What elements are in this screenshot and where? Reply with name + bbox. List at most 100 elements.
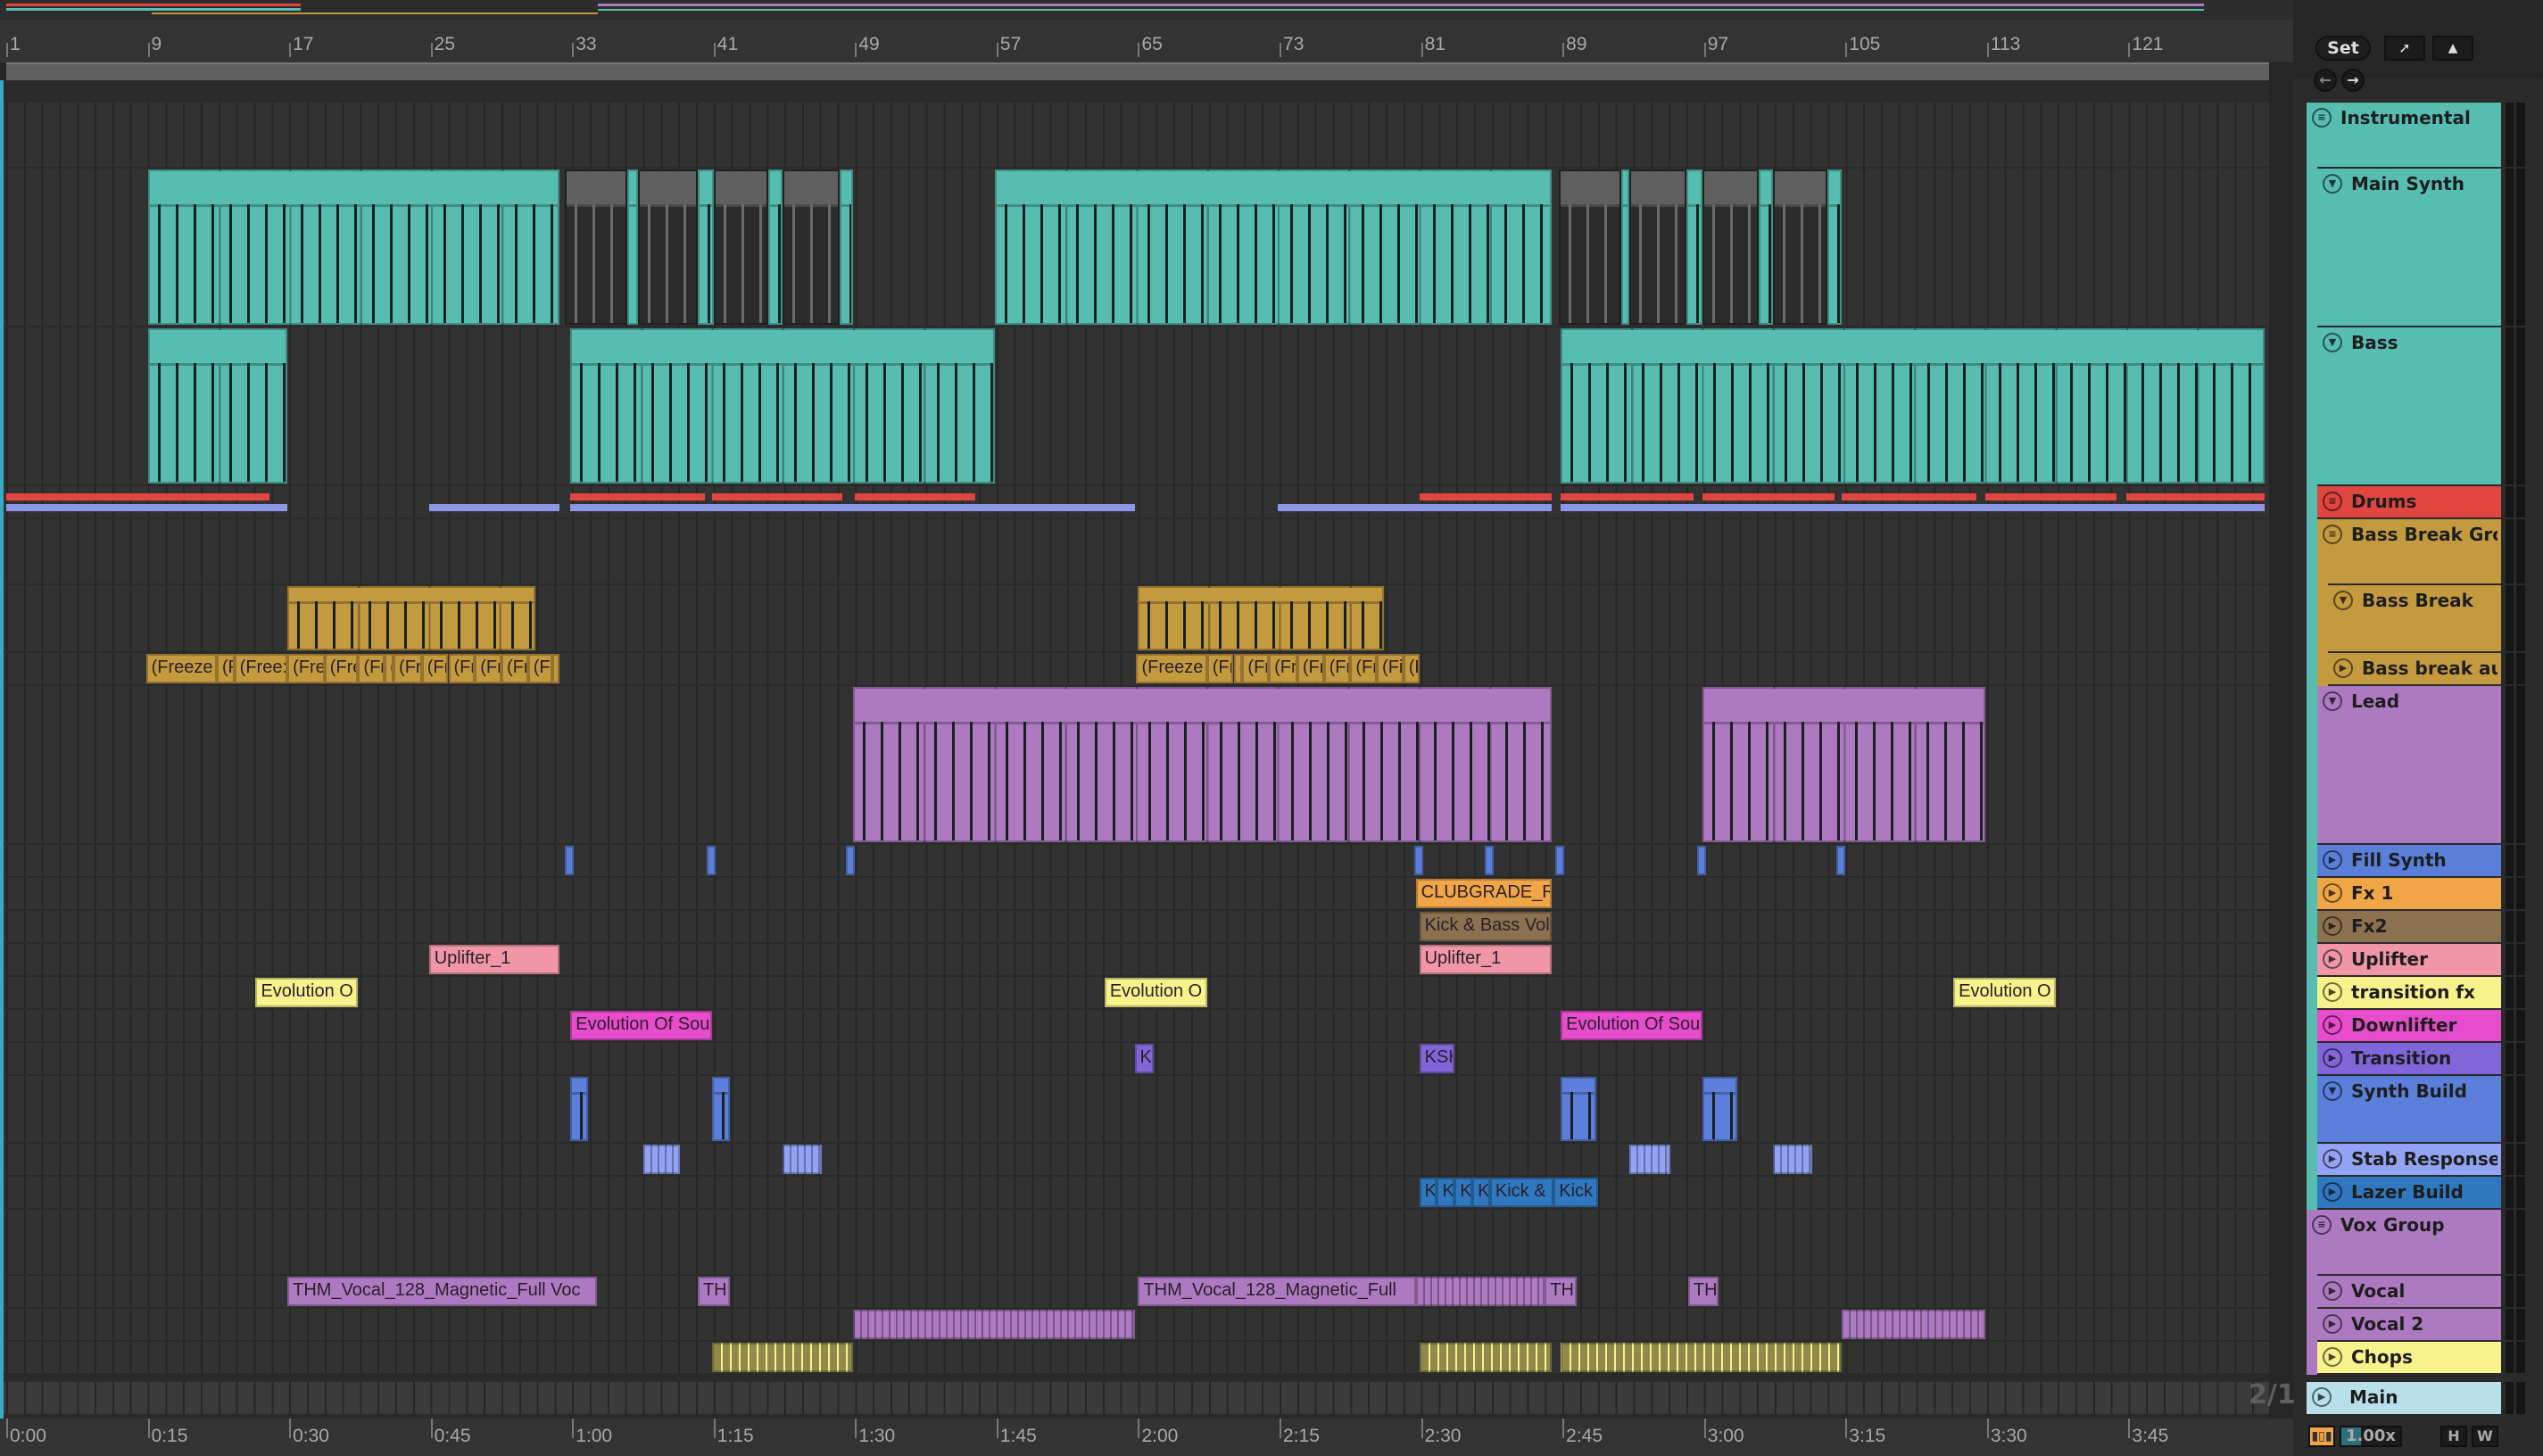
clip[interactable]: (Fr bbox=[421, 654, 449, 683]
group-icon[interactable]: ≡ bbox=[2323, 525, 2342, 544]
main-track-lane[interactable] bbox=[0, 1382, 2269, 1414]
group-icon[interactable]: ≡ bbox=[2323, 492, 2342, 511]
forward-button[interactable]: → bbox=[2341, 69, 2365, 92]
clip[interactable]: (Fr bbox=[1206, 654, 1234, 683]
clip[interactable]: ( bbox=[385, 654, 394, 683]
clip[interactable] bbox=[642, 1145, 681, 1174]
group-icon[interactable]: ≡ bbox=[2312, 1215, 2332, 1235]
track-header-chops[interactable]: ▶ Chops bbox=[2317, 1342, 2501, 1373]
clip[interactable]: Evolution O bbox=[1953, 978, 2057, 1007]
track-header-stab-response[interactable]: ▶ Stab Response bbox=[2317, 1144, 2501, 1175]
track-header-fill-synth[interactable]: ▶ Fill Synth bbox=[2317, 845, 2501, 876]
play-icon[interactable]: ▶ bbox=[2323, 916, 2342, 936]
track-lane[interactable] bbox=[0, 519, 2269, 583]
play-icon[interactable]: ▶ bbox=[2323, 1015, 2342, 1035]
clip[interactable]: (F bbox=[216, 654, 235, 683]
clip[interactable] bbox=[1419, 1343, 1553, 1372]
clip[interactable]: (Fr bbox=[1350, 654, 1378, 683]
clip[interactable]: Evolution Of Sou bbox=[570, 1011, 712, 1040]
h-button[interactable]: H bbox=[2440, 1426, 2467, 1447]
clip[interactable]: Kick & Bass Vol bbox=[1419, 912, 1553, 941]
clip[interactable]: Evolution O bbox=[255, 978, 359, 1007]
track-header-main-synth[interactable]: ▼ Main Synth bbox=[2317, 169, 2501, 326]
clip[interactable] bbox=[1561, 328, 2265, 484]
clip[interactable]: (Fr bbox=[1323, 654, 1351, 683]
clip[interactable]: (Fr bbox=[448, 654, 476, 683]
play-icon[interactable]: ▶ bbox=[2312, 1387, 2332, 1407]
clip[interactable] bbox=[1561, 1077, 1596, 1141]
clip[interactable] bbox=[565, 846, 575, 875]
clip[interactable] bbox=[1773, 170, 1828, 325]
clip[interactable] bbox=[1629, 170, 1686, 325]
track-lane[interactable] bbox=[0, 1342, 2269, 1373]
track-lane[interactable] bbox=[0, 486, 2269, 517]
clip[interactable] bbox=[570, 328, 995, 484]
clip[interactable] bbox=[637, 170, 698, 325]
clip[interactable] bbox=[565, 170, 627, 325]
zoom-field[interactable]: 1.00x bbox=[2340, 1426, 2402, 1447]
track-header-lead[interactable]: ▼ Lead bbox=[2317, 686, 2501, 843]
clip[interactable]: TH bbox=[1687, 1277, 1719, 1306]
track-lane[interactable]: THM_Vocal_128_Magnetic_Full Voc TH THM_Voc… bbox=[0, 1276, 2269, 1307]
clip[interactable]: THM_Vocal_128_Magnetic_Full bbox=[1138, 1277, 1416, 1306]
clip[interactable] bbox=[147, 328, 288, 484]
track-lane[interactable] bbox=[0, 585, 2269, 651]
clip[interactable] bbox=[846, 846, 856, 875]
clip[interactable]: (Fr bbox=[475, 654, 501, 683]
clip[interactable]: Evolution O bbox=[1104, 978, 1207, 1007]
track-header-fx-1[interactable]: ▶ Fx 1 bbox=[2317, 878, 2501, 909]
clip[interactable] bbox=[839, 170, 854, 325]
clip[interactable] bbox=[994, 170, 1553, 325]
fold-icon[interactable]: ▼ bbox=[2323, 174, 2342, 194]
clip[interactable]: KSH bbox=[1419, 1044, 1455, 1073]
clip[interactable] bbox=[1559, 170, 1621, 325]
track-lane[interactable]: KS KSH bbox=[0, 1043, 2269, 1074]
track-lane[interactable]: CLUBGRADE_Ri bbox=[0, 878, 2269, 909]
arrangement-view[interactable]: (Freeze(F(Free:(Fre(Fre(Fr((Fr(Fr(Fr(Fr(… bbox=[0, 80, 2269, 1419]
track-header-bass-break-audi[interactable]: ▶ Bass break audi bbox=[2328, 653, 2501, 684]
track-lane[interactable] bbox=[0, 686, 2269, 843]
clip[interactable] bbox=[1561, 1343, 1843, 1372]
lock-button[interactable]: ▲ bbox=[2432, 36, 2473, 61]
clip[interactable]: ( bbox=[1233, 654, 1243, 683]
play-icon[interactable]: ▶ bbox=[2323, 982, 2342, 1002]
clip[interactable] bbox=[287, 586, 535, 650]
clip[interactable] bbox=[1836, 846, 1846, 875]
clip[interactable]: (Fr bbox=[358, 654, 385, 683]
track-lane[interactable]: Uplifter_1 Uplifter_1 bbox=[0, 944, 2269, 975]
clip[interactable]: KS bbox=[1134, 1044, 1155, 1073]
clip[interactable] bbox=[713, 170, 769, 325]
clip[interactable]: Kick bbox=[1553, 1178, 1598, 1207]
beat-time-ruler[interactable]: 1 9 17 25 33 41 49 57 65 73 81 89 97 105 113 121 bbox=[0, 20, 2293, 62]
clip[interactable] bbox=[1702, 687, 1985, 842]
clip[interactable] bbox=[1138, 586, 1384, 650]
clip[interactable] bbox=[706, 846, 716, 875]
play-icon[interactable]: ▶ bbox=[2323, 1149, 2342, 1169]
play-icon[interactable]: ▶ bbox=[2323, 883, 2342, 903]
track-lane[interactable]: (Freeze(F(Free:(Fre(Fre(Fr((Fr(Fr(Fr(Fr(… bbox=[0, 653, 2269, 684]
clip[interactable] bbox=[783, 1145, 822, 1174]
track-header-instrumental[interactable]: ≡ Instrumental bbox=[2307, 103, 2501, 167]
clip[interactable]: Evolution Of Sou bbox=[1561, 1011, 1702, 1040]
track-header-main[interactable]: ▶ Main bbox=[2307, 1382, 2501, 1414]
w-button[interactable]: W bbox=[2472, 1426, 2498, 1447]
clip[interactable] bbox=[1686, 170, 1702, 325]
clip[interactable] bbox=[783, 170, 840, 325]
follow-button[interactable]: ➚ bbox=[2384, 36, 2425, 61]
clip[interactable]: (Fr bbox=[393, 654, 422, 683]
track-header-bass[interactable]: ▼ Bass bbox=[2317, 327, 2501, 484]
track-lane[interactable] bbox=[0, 845, 2269, 876]
fold-icon[interactable]: ▼ bbox=[2333, 591, 2353, 610]
clip[interactable] bbox=[570, 1077, 589, 1141]
clip[interactable] bbox=[1702, 170, 1760, 325]
clip[interactable]: Kick & bbox=[1489, 1178, 1554, 1207]
clip[interactable] bbox=[1620, 170, 1630, 325]
track-lane[interactable]: Evolution O Evolution O Evolution O bbox=[0, 977, 2269, 1008]
track-lane[interactable]: K K K K Kick & Kick bbox=[0, 1177, 2269, 1208]
clip[interactable] bbox=[1773, 1145, 1812, 1174]
track-lane[interactable]: Kick & Bass Vol bbox=[0, 911, 2269, 942]
clip[interactable]: Uplifter_1 bbox=[1419, 945, 1553, 974]
clip[interactable] bbox=[1759, 170, 1773, 325]
track-header-downlifter[interactable]: ▶ Downlifter bbox=[2317, 1010, 2501, 1041]
track-header-vox-group[interactable]: ≡ Vox Group bbox=[2307, 1210, 2501, 1274]
